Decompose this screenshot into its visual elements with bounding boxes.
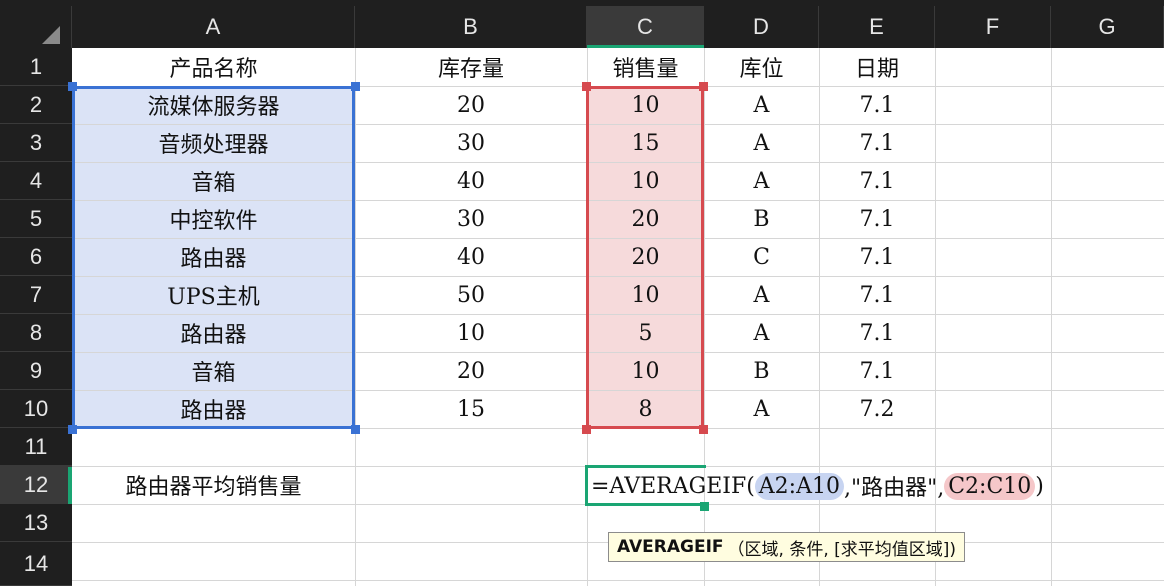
cell-b2[interactable]: 20 (355, 86, 587, 124)
range-red-handle-tl[interactable] (582, 82, 591, 91)
row-header-11[interactable]: 11 (0, 428, 72, 466)
gridline (1051, 48, 1052, 586)
cell-e3[interactable]: 7.1 (819, 124, 935, 162)
gridline (72, 580, 1164, 581)
row-header-1[interactable]: 1 (0, 48, 72, 86)
range-blue-handle-tl[interactable] (68, 82, 77, 91)
cell-e6[interactable]: 7.1 (819, 238, 935, 276)
cell-a12[interactable]: 路由器平均销售量 (72, 466, 355, 504)
cell-d4[interactable]: A (704, 162, 819, 200)
formula-criteria: ,"路由器", (843, 476, 945, 501)
cell-d2[interactable]: A (704, 86, 819, 124)
row-header-13[interactable]: 13 (0, 504, 72, 542)
cell-b8[interactable]: 10 (355, 314, 587, 352)
cell-e9[interactable]: 7.1 (819, 352, 935, 390)
cell-b6[interactable]: 40 (355, 238, 587, 276)
row-header-12[interactable]: 12 (0, 466, 72, 504)
formula-editor[interactable]: =AVERAGEIF( A2:A10 ,"路由器", C2:C10 ) (591, 467, 1044, 505)
column-header-g[interactable]: G (1051, 6, 1164, 48)
row-header-2[interactable]: 2 (0, 86, 72, 124)
formula-average-range-ref[interactable]: C2:C10 (944, 472, 1036, 500)
cell-e10[interactable]: 7.2 (819, 390, 935, 428)
row-header-7[interactable]: 7 (0, 276, 72, 314)
row-header-14[interactable]: 14 (0, 542, 72, 586)
cell-d6[interactable]: C (704, 238, 819, 276)
column-header-d[interactable]: D (704, 6, 819, 48)
row-header-10[interactable]: 10 (0, 390, 72, 428)
tooltip-function-name: AVERAGEIF (617, 537, 724, 557)
cell-d3[interactable]: A (704, 124, 819, 162)
cell-b4[interactable]: 40 (355, 162, 587, 200)
cell-b9[interactable]: 20 (355, 352, 587, 390)
cell-d9[interactable]: B (704, 352, 819, 390)
cell-e1[interactable]: 日期 (819, 48, 935, 86)
column-header-a[interactable]: A (72, 6, 355, 48)
range-blue-handle-bl[interactable] (68, 425, 77, 434)
range-a2-a10-outline (72, 86, 355, 429)
range-c2-c10-outline (586, 86, 704, 429)
range-red-handle-bl[interactable] (582, 425, 591, 434)
column-header-f[interactable]: F (935, 6, 1051, 48)
function-signature-tooltip: AVERAGEIF （区域, 条件, [求平均值区域]) (608, 532, 966, 562)
row-header-9[interactable]: 9 (0, 352, 72, 390)
column-header-e[interactable]: E (819, 6, 935, 48)
row-header-4[interactable]: 4 (0, 162, 72, 200)
cell-b7[interactable]: 50 (355, 276, 587, 314)
cell-b3[interactable]: 30 (355, 124, 587, 162)
column-header-b[interactable]: B (355, 6, 587, 48)
gridline (935, 48, 936, 586)
range-red-handle-br[interactable] (699, 425, 708, 434)
row-header-8[interactable]: 8 (0, 314, 72, 352)
cell-b10[interactable]: 15 (355, 390, 587, 428)
range-blue-handle-br[interactable] (351, 425, 360, 434)
cell-e7[interactable]: 7.1 (819, 276, 935, 314)
cell-e8[interactable]: 7.1 (819, 314, 935, 352)
range-blue-handle-tr[interactable] (351, 82, 360, 91)
cell-d10[interactable]: A (704, 390, 819, 428)
cell-e4[interactable]: 7.1 (819, 162, 935, 200)
cell-d1[interactable]: 库位 (704, 48, 819, 86)
formula-suffix: ) (1035, 473, 1044, 499)
row-header-5[interactable]: 5 (0, 200, 72, 238)
cell-b5[interactable]: 30 (355, 200, 587, 238)
cell-a1[interactable]: 产品名称 (72, 48, 355, 86)
select-all-corner[interactable] (0, 6, 72, 48)
range-red-handle-tr[interactable] (699, 82, 708, 91)
cell-d8[interactable]: A (704, 314, 819, 352)
cell-d7[interactable]: A (704, 276, 819, 314)
row-header-3[interactable]: 3 (0, 124, 72, 162)
tooltip-arguments: （区域, 条件, [求平均值区域]) (727, 539, 957, 560)
cell-e5[interactable]: 7.1 (819, 200, 935, 238)
cell-e2[interactable]: 7.1 (819, 86, 935, 124)
cell-d5[interactable]: B (704, 200, 819, 238)
cell-c1[interactable]: 销售量 (587, 48, 704, 86)
cell-b1[interactable]: 库存量 (355, 48, 587, 86)
select-all-icon (42, 26, 60, 44)
formula-prefix: =AVERAGEIF( (591, 473, 755, 499)
formula-range-ref[interactable]: A2:A10 (754, 472, 844, 500)
column-header-c[interactable]: C (587, 6, 704, 48)
row-header-6[interactable]: 6 (0, 238, 72, 276)
